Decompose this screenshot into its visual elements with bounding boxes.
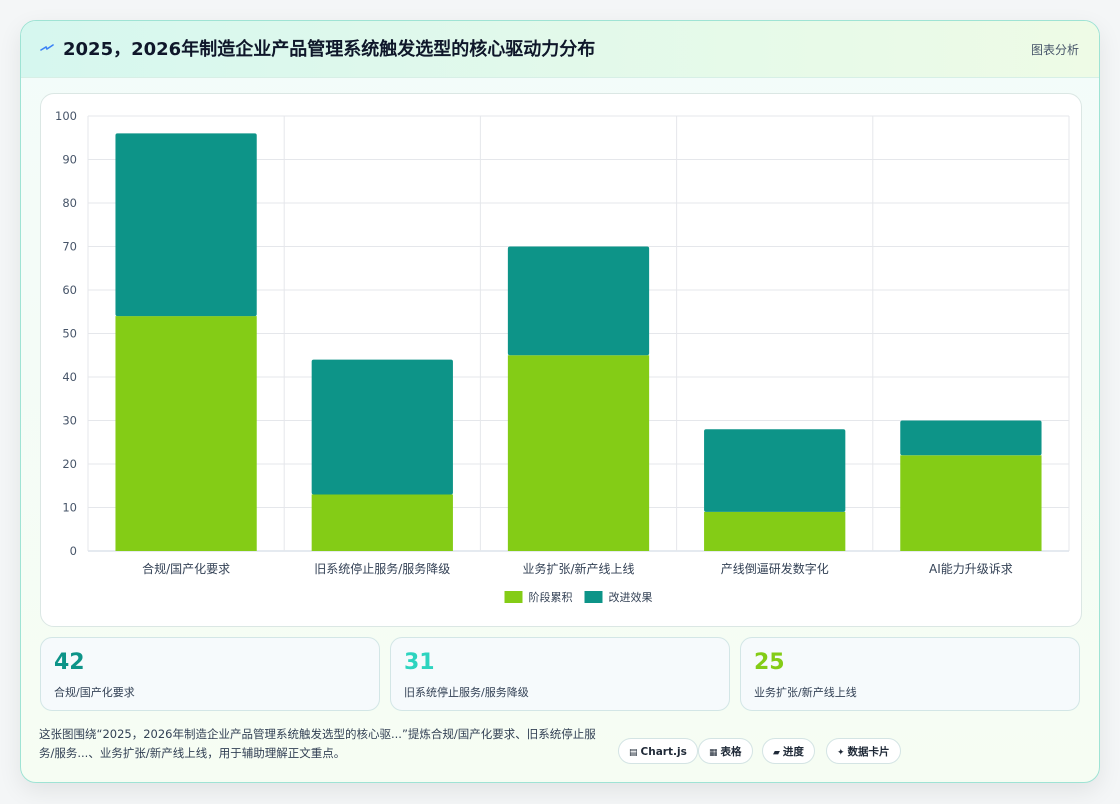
card-icon: ✦ [837, 748, 845, 758]
card-header: 2025，2026年制造企业产品管理系统触发选型的核心驱动力分布 图表分析 [21, 21, 1099, 78]
bar-segment-1 [507, 355, 650, 551]
chip-label: 数据卡片 [847, 746, 890, 758]
bar-segment-2 [507, 246, 650, 356]
tag-chips: ▤ Chart.js ▦ 表格 ▰ 进度 ✦ 数据卡片 [21, 738, 1099, 764]
stat-card-3: 25 业务扩张/新产线上线 [740, 637, 1080, 711]
y-tick-label: 90 [62, 153, 77, 167]
chip-data-card[interactable]: ✦ 数据卡片 [826, 738, 901, 764]
y-tick-label: 70 [62, 240, 77, 254]
x-tick-label: 产线倒逼研发数字化 [721, 561, 829, 576]
chart-panel: 0 10 20 30 40 50 60 70 80 90 100 合规/国产化要求 旧系统停止服务/服务… [40, 93, 1082, 627]
bar-segment-1 [115, 316, 257, 551]
stat-label: 业务扩张/新产线上线 [754, 686, 857, 699]
page-title: 2025，2026年制造企业产品管理系统触发选型的核心驱动力分布 [63, 39, 596, 60]
x-tick-label: 合规/国产化要求 [142, 561, 230, 576]
bar-segment-1 [900, 455, 1042, 551]
chip-progress[interactable]: ▰ 进度 [762, 738, 815, 764]
bar-segment-2 [311, 359, 453, 495]
stacked-bar-chart: 0 10 20 30 40 50 60 70 80 90 100 合规/国产化要求 旧系统停止服务/服务… [55, 109, 1070, 604]
x-tick-label: AI能力升级诉求 [929, 562, 1013, 576]
stat-label: 合规/国产化要求 [54, 686, 135, 699]
x-tick-label: 业务扩张/新产线上线 [522, 561, 634, 576]
chip-label: 表格 [720, 746, 742, 758]
bar-segment-2 [704, 429, 846, 512]
sparkle-icon [40, 44, 54, 51]
y-tick-label: 100 [55, 109, 77, 123]
chip-table[interactable]: ▦ 表格 [698, 738, 753, 764]
legend-label: 改进效果 [609, 590, 653, 604]
bar-segment-2 [115, 133, 257, 317]
chart-icon: ▤ [629, 748, 638, 758]
y-tick-label: 10 [62, 501, 77, 515]
bar-segment-1 [704, 511, 846, 551]
stat-value: 42 [54, 650, 85, 675]
y-tick-label: 20 [62, 457, 77, 471]
legend-swatch [584, 591, 603, 603]
chip-label: Chart.js [640, 746, 687, 758]
table-icon: ▦ [709, 748, 718, 758]
y-tick-label: 40 [62, 370, 77, 384]
chip-chartjs[interactable]: ▤ Chart.js [618, 738, 698, 764]
bar-segment-1 [311, 494, 453, 551]
stat-value: 31 [404, 650, 435, 675]
stat-card-2: 31 旧系统停止服务/服务降级 [390, 637, 730, 711]
stat-label: 旧系统停止服务/服务降级 [404, 686, 529, 699]
stat-value: 25 [754, 650, 785, 675]
y-tick-label: 0 [70, 544, 77, 558]
x-tick-label: 旧系统停止服务/服务降级 [314, 561, 450, 576]
y-tick-label: 50 [62, 327, 77, 341]
progress-icon: ▰ [773, 748, 780, 758]
legend-swatch [504, 591, 523, 603]
stat-card-1: 42 合规/国产化要求 [40, 637, 380, 711]
y-tick-label: 80 [62, 196, 77, 210]
chip-label: 进度 [782, 746, 804, 758]
chart-card: 2025，2026年制造企业产品管理系统触发选型的核心驱动力分布 图表分析 0 1… [20, 20, 1100, 783]
y-tick-label: 30 [62, 414, 77, 428]
y-tick-label: 60 [62, 283, 77, 297]
bar-segment-2 [900, 420, 1042, 456]
legend-label: 阶段累积 [529, 590, 573, 604]
chart-analysis-badge[interactable]: 图表分析 [1031, 41, 1079, 58]
